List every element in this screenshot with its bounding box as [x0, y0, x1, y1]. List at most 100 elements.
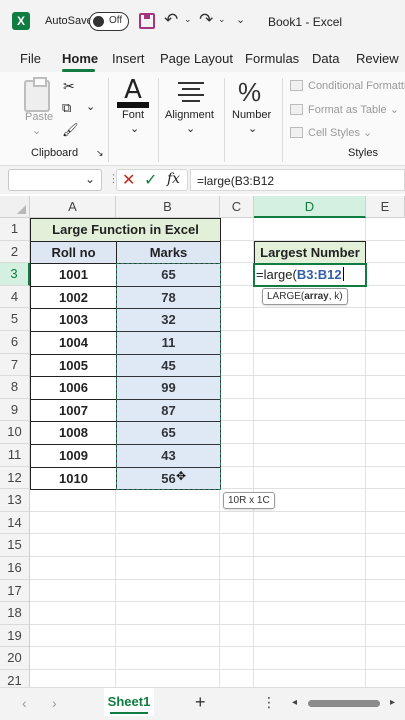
- insert-function-icon[interactable]: fx: [167, 171, 180, 187]
- row-header-15[interactable]: 15: [0, 534, 30, 557]
- marks-cell[interactable]: 11: [116, 331, 221, 355]
- tab-review[interactable]: Review: [356, 51, 399, 66]
- prev-sheet-icon[interactable]: ‹: [22, 695, 27, 711]
- alignment-icon[interactable]: [178, 82, 204, 102]
- roll-no-cell[interactable]: 1010: [30, 466, 117, 491]
- next-sheet-icon[interactable]: ›: [52, 695, 57, 711]
- header-marks-cell[interactable]: Marks: [116, 240, 221, 265]
- roll-no-cell[interactable]: 1002: [30, 285, 117, 310]
- sheet-tab-sheet1[interactable]: Sheet1: [104, 688, 154, 716]
- marks-cell[interactable]: 65: [116, 263, 221, 287]
- marks-cell[interactable]: 56: [116, 466, 221, 491]
- redo-icon[interactable]: ↷: [199, 10, 213, 30]
- scroll-left-icon[interactable]: ◂: [292, 697, 297, 708]
- clipboard-launcher-icon[interactable]: ↘: [96, 148, 104, 159]
- column-header-d[interactable]: D: [254, 196, 366, 218]
- conditional-formatting-button[interactable]: Conditional Formatting: [290, 80, 405, 92]
- worksheet-grid[interactable]: ABCDE 1234567891011121314151617181920212…: [0, 196, 405, 687]
- column-header-b[interactable]: B: [116, 196, 220, 218]
- row-header-3[interactable]: 3: [0, 263, 30, 286]
- header-roll-no-cell[interactable]: Roll no: [30, 240, 117, 265]
- name-box-chevron-icon[interactable]: ⌄: [85, 172, 95, 186]
- row-header-12[interactable]: 12: [0, 466, 30, 490]
- row-header-8[interactable]: 8: [0, 376, 30, 399]
- largest-number-label-cell[interactable]: Largest Number: [254, 240, 366, 265]
- roll-no-cell[interactable]: 1009: [30, 444, 117, 468]
- tab-page-layout[interactable]: Page Layout: [160, 51, 233, 66]
- row-header-14[interactable]: 14: [0, 511, 30, 535]
- font-label[interactable]: Font: [122, 109, 144, 121]
- row-header-17[interactable]: 17: [0, 579, 30, 603]
- roll-no-cell[interactable]: 1005: [30, 353, 117, 378]
- copy-icon[interactable]: ⧉: [62, 100, 71, 116]
- column-header-a[interactable]: A: [30, 196, 116, 218]
- row-header-6[interactable]: 6: [0, 331, 30, 354]
- customize-toolbar-icon[interactable]: ⌄: [236, 13, 245, 26]
- tab-insert[interactable]: Insert: [112, 51, 145, 66]
- row-header-9[interactable]: 9: [0, 398, 30, 422]
- row-header-13[interactable]: 13: [0, 489, 30, 512]
- font-icon[interactable]: A: [117, 76, 149, 108]
- tab-home[interactable]: Home: [62, 51, 98, 66]
- row-header-11[interactable]: 11: [0, 444, 30, 467]
- row-header-2[interactable]: 2: [0, 240, 30, 264]
- font-chevron-icon[interactable]: ⌄: [130, 122, 139, 135]
- row-header-5[interactable]: 5: [0, 308, 30, 331]
- number-format-icon[interactable]: %: [238, 78, 261, 106]
- format-painter-icon[interactable]: 🖌: [62, 122, 79, 138]
- row-header-10[interactable]: 10: [0, 421, 30, 444]
- autosave-toggle[interactable]: Off: [89, 12, 129, 31]
- row-header-19[interactable]: 19: [0, 624, 30, 648]
- tab-file[interactable]: File: [20, 51, 41, 66]
- roll-no-cell[interactable]: 1003: [30, 308, 117, 332]
- column-header-c[interactable]: C: [220, 196, 254, 218]
- redo-dropdown-icon[interactable]: ⌄: [218, 14, 226, 25]
- row-header-20[interactable]: 20: [0, 647, 30, 670]
- cancel-icon[interactable]: ✕: [122, 170, 135, 190]
- row-header-16[interactable]: 16: [0, 557, 30, 580]
- scroll-right-icon[interactable]: ▸: [390, 697, 395, 708]
- roll-no-cell[interactable]: 1004: [30, 331, 117, 355]
- number-label[interactable]: Number: [232, 109, 271, 121]
- roll-no-cell[interactable]: 1006: [30, 376, 117, 400]
- marks-cell[interactable]: 32: [116, 308, 221, 332]
- add-sheet-icon[interactable]: +: [195, 692, 206, 713]
- formula-input[interactable]: =large(B3:B12: [190, 169, 405, 191]
- marks-cell[interactable]: 43: [116, 444, 221, 468]
- enter-icon[interactable]: ✓: [144, 170, 157, 190]
- roll-no-cell[interactable]: 1008: [30, 421, 117, 445]
- name-box[interactable]: ⌄: [8, 169, 102, 191]
- horizontal-scrollbar[interactable]: [308, 700, 380, 707]
- column-header-e[interactable]: E: [366, 196, 405, 218]
- active-edit-cell[interactable]: =large(B3:B12: [253, 263, 367, 287]
- roll-no-cell[interactable]: 1007: [30, 398, 117, 423]
- row-header-7[interactable]: 7: [0, 353, 30, 377]
- copy-chevron-icon[interactable]: ⌄: [86, 100, 95, 113]
- cut-icon[interactable]: ✂: [63, 78, 75, 95]
- row-header-4[interactable]: 4: [0, 285, 30, 309]
- paste-label[interactable]: Paste: [25, 111, 53, 123]
- row-header-21[interactable]: 21: [0, 670, 30, 687]
- alignment-chevron-icon[interactable]: ⌄: [186, 122, 195, 135]
- tab-data[interactable]: Data: [312, 51, 339, 66]
- table-title-cell[interactable]: Large Function in Excel: [30, 218, 221, 242]
- marks-cell[interactable]: 45: [116, 353, 221, 378]
- marks-cell[interactable]: 87: [116, 398, 221, 423]
- cell-styles-button[interactable]: Cell Styles ⌄: [290, 126, 372, 139]
- undo-dropdown-icon[interactable]: ⌄: [184, 14, 192, 25]
- format-as-table-button[interactable]: Format as Table ⌄: [290, 103, 399, 116]
- sheet-options-icon[interactable]: ⋮: [262, 694, 276, 711]
- row-header-1[interactable]: 1: [0, 218, 30, 241]
- marks-cell[interactable]: 99: [116, 376, 221, 400]
- row-header-18[interactable]: 18: [0, 602, 30, 625]
- marks-cell[interactable]: 78: [116, 285, 221, 310]
- tab-formulas[interactable]: Formulas: [245, 51, 299, 66]
- paste-chevron-icon[interactable]: ⌄: [32, 124, 41, 137]
- function-signature-tooltip[interactable]: LARGE(array, k): [262, 287, 348, 305]
- paste-icon[interactable]: [24, 77, 50, 112]
- alignment-label[interactable]: Alignment: [165, 109, 214, 121]
- undo-icon[interactable]: ↶: [164, 10, 178, 30]
- number-chevron-icon[interactable]: ⌄: [248, 122, 257, 135]
- save-icon[interactable]: [139, 13, 155, 29]
- roll-no-cell[interactable]: 1001: [30, 263, 117, 287]
